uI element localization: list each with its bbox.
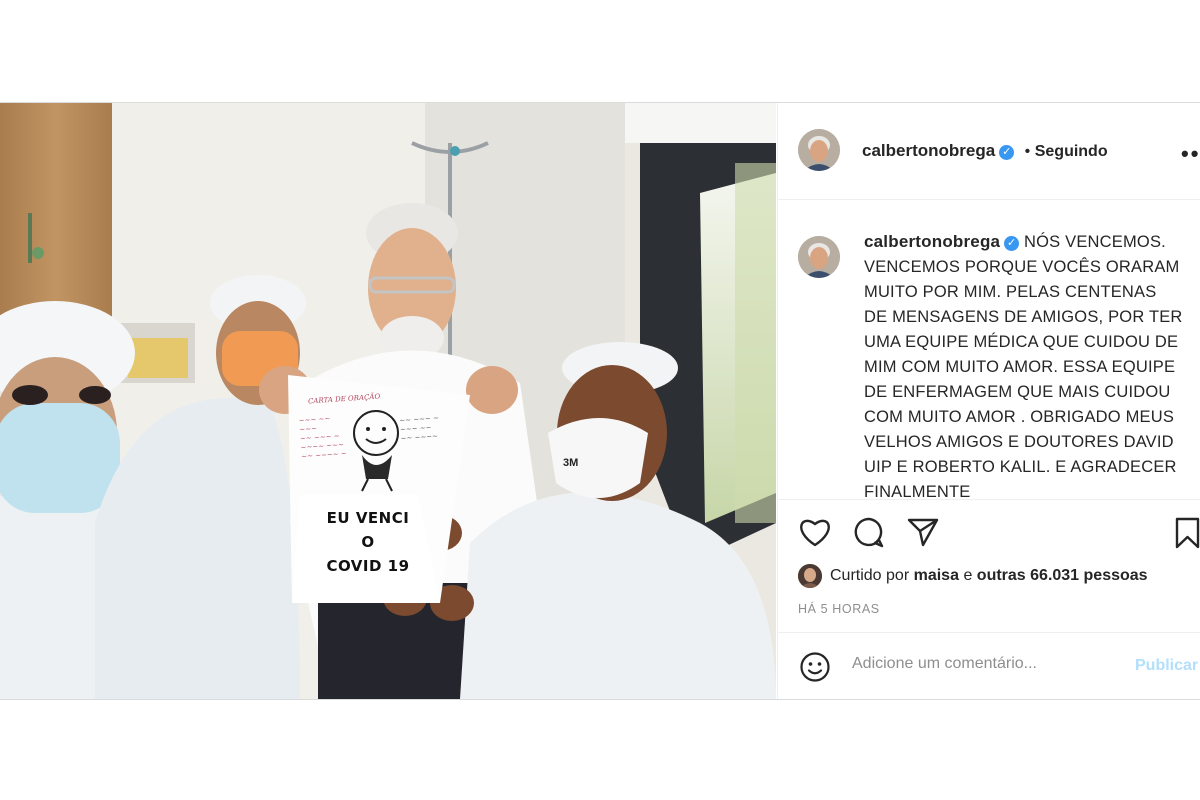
liker-username[interactable]: maisa	[914, 567, 959, 584]
caption-area[interactable]: calbertonobrega ✓ NÓS VENCEMOS. VENCEMOS …	[778, 200, 1200, 498]
bookmark-icon[interactable]	[1174, 516, 1200, 550]
comment-input[interactable]	[852, 655, 1112, 673]
post-header: calbertonobrega ✓ • Seguindo •••	[778, 103, 1200, 200]
caption-author-avatar[interactable]	[798, 236, 840, 278]
verified-badge-icon: ✓	[999, 145, 1015, 160]
follow-separator: •	[1024, 143, 1031, 160]
caption-text: NÓS VENCEMOS. VENCEMOS PORQUE VOCÊS ORAR…	[864, 233, 1183, 498]
sign-text-line1: EU VENCI	[326, 509, 410, 527]
post-timestamp[interactable]: HÁ 5 HORAS	[798, 602, 880, 616]
more-dots-icon[interactable]: •••	[1181, 141, 1200, 167]
author-line: calbertonobrega ✓ • Seguindo	[862, 141, 1108, 161]
add-comment-row: Publicar	[778, 632, 1200, 701]
mask-brand-label: 3M	[563, 457, 579, 469]
likes-conjunction: e	[963, 567, 973, 584]
emoji-smile-icon[interactable]	[799, 651, 831, 683]
likes-prefix: Curtido por	[830, 567, 910, 584]
author-avatar[interactable]	[798, 129, 840, 171]
likes-count-link[interactable]: outras 66.031 pessoas	[977, 567, 1148, 584]
likes-summary: Curtido por maisa e outras 66.031 pessoa…	[798, 564, 1148, 588]
comment-icon[interactable]	[851, 516, 885, 548]
post-actions: Curtido por maisa e outras 66.031 pessoa…	[778, 499, 1200, 700]
post-side-panel: calbertonobrega ✓ • Seguindo ••• calberto…	[777, 103, 1200, 699]
post-photo[interactable]: CARTA DE ORAÇÃO ~~~ ~~ ~~~ ~~ ~~~ ~ ~~~~ ~…	[0, 103, 776, 699]
heart-icon[interactable]	[798, 516, 832, 548]
sign-scribble: ~~~ ~~ ~~~ ~~ ~~~ ~ ~~~~ ~~~ ~~ ~~~~ ~	[298, 414, 347, 461]
following-button[interactable]: Seguindo	[1035, 143, 1108, 160]
instagram-post: CARTA DE ORAÇÃO ~~~ ~~ ~~~ ~~ ~~~ ~ ~~~~ ~…	[0, 102, 1200, 700]
caption-username[interactable]: calbertonobrega	[864, 232, 1000, 251]
sign-scribble: ~~ ~~~ ~ ~~~ ~~ ~~ ~~~~	[399, 414, 440, 443]
sign-text-line3: COVID 19	[326, 557, 410, 575]
publish-button[interactable]: Publicar	[1135, 657, 1198, 675]
post-caption: calbertonobrega ✓ NÓS VENCEMOS. VENCEMOS …	[864, 229, 1184, 498]
hospital-room-photo	[0, 103, 776, 699]
liker-avatar[interactable]	[798, 564, 822, 588]
author-username[interactable]: calbertonobrega	[862, 141, 995, 160]
verified-badge-icon: ✓	[1004, 236, 1020, 251]
share-icon[interactable]	[906, 516, 940, 548]
sign-text-line2: O	[361, 533, 375, 551]
